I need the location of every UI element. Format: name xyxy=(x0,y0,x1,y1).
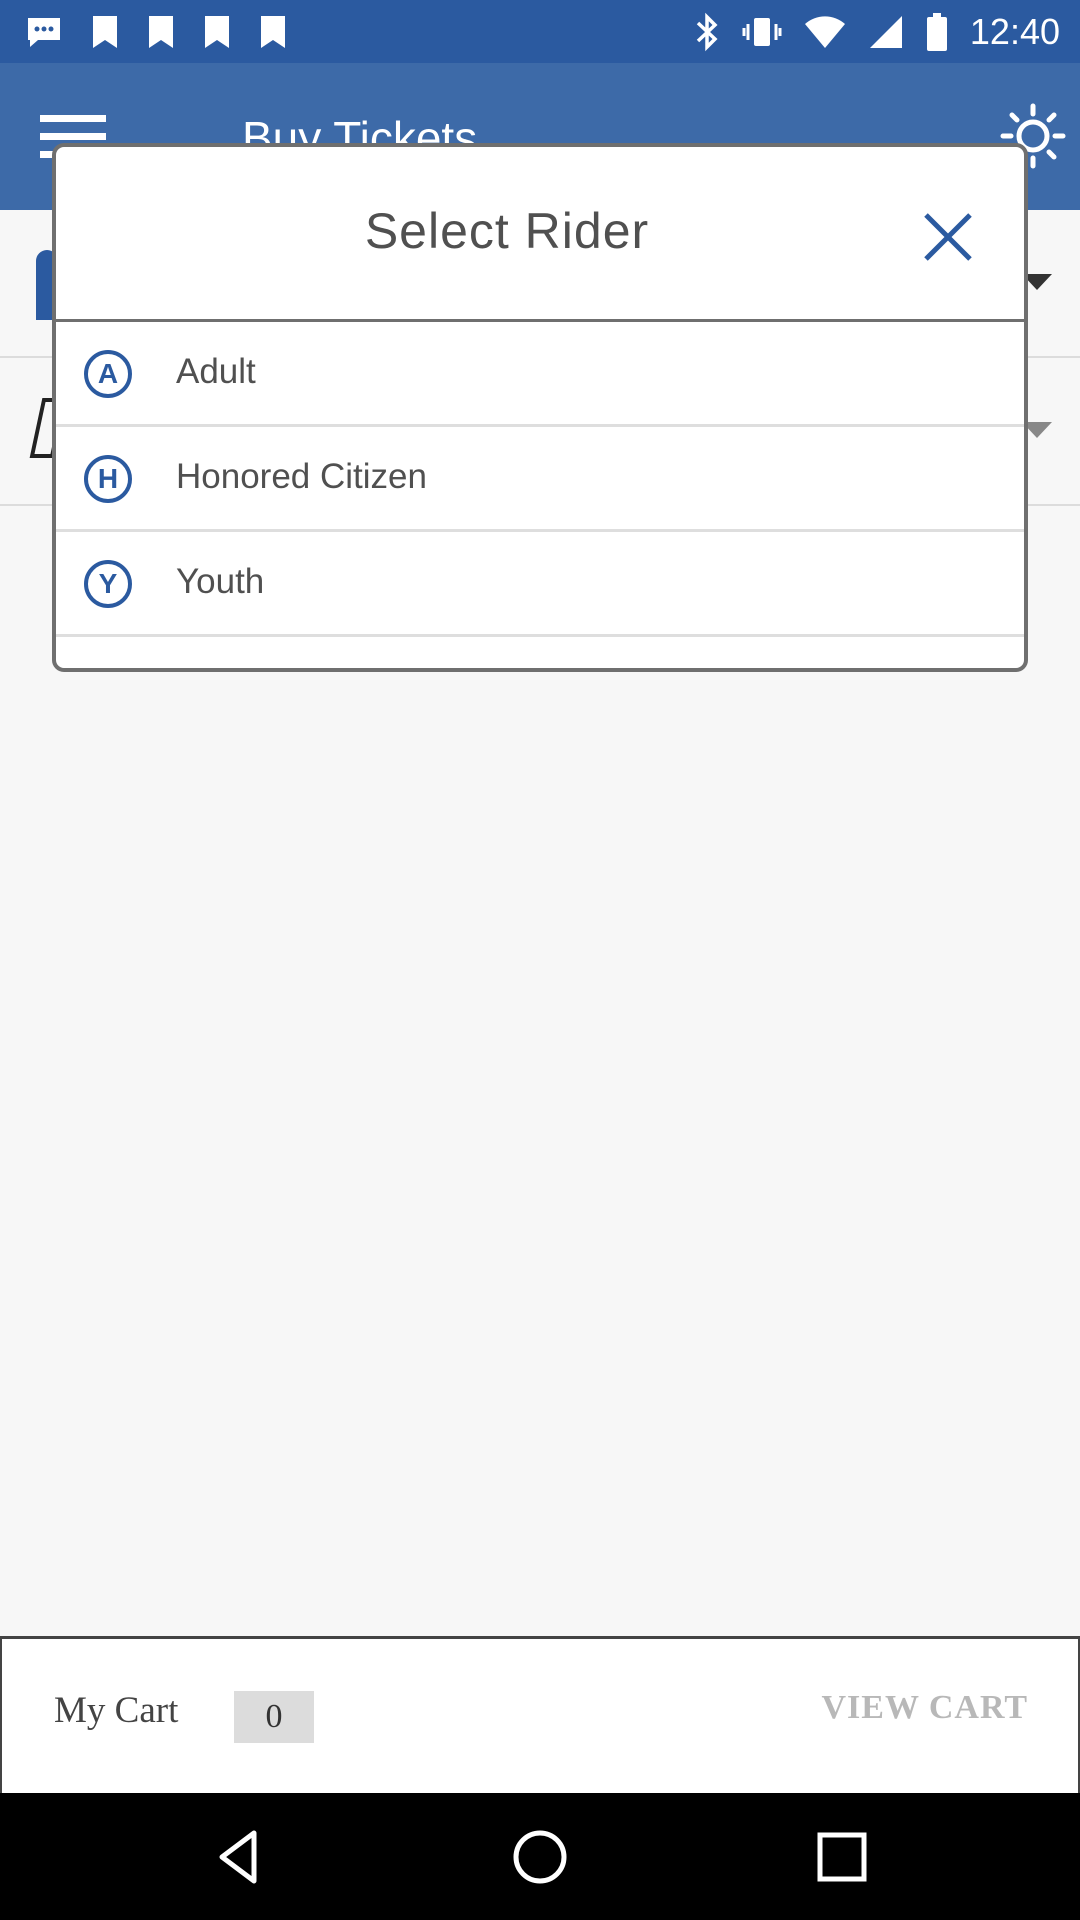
rider-option-youth[interactable]: Y Youth xyxy=(56,532,1024,637)
notification-icon xyxy=(205,16,229,48)
home-icon[interactable] xyxy=(508,1825,572,1889)
battery-icon xyxy=(926,13,947,51)
rider-option-adult[interactable]: A Adult xyxy=(56,322,1024,427)
notification-icon xyxy=(149,16,173,48)
cart-count-badge: 0 xyxy=(234,1691,314,1743)
youth-badge-icon: Y xyxy=(84,560,132,608)
status-bar: 12:40 xyxy=(0,0,1080,63)
wifi-icon xyxy=(804,16,845,48)
vibrate-icon xyxy=(742,18,782,46)
rider-option-label: Adult xyxy=(176,352,256,391)
cart-label: My Cart xyxy=(54,1690,179,1731)
status-bar-right: 12:40 xyxy=(694,8,1060,56)
cart-bar: My Cart 0 VIEW CART xyxy=(0,1636,1080,1793)
dialog-header: Select Rider xyxy=(56,147,1024,322)
select-rider-dialog: Select Rider A Adult H Honored Citizen Y… xyxy=(52,143,1028,672)
view-cart-button[interactable]: VIEW CART xyxy=(822,1689,1029,1727)
signal-icon xyxy=(869,16,902,48)
rider-list: A Adult H Honored Citizen Y Youth xyxy=(56,322,1024,637)
notification-icon xyxy=(261,16,285,48)
bluetooth-icon xyxy=(696,12,718,52)
rider-option-label: Honored Citizen xyxy=(176,457,427,496)
adult-badge-icon: A xyxy=(84,350,132,398)
dialog-title: Select Rider xyxy=(364,203,650,259)
messages-icon xyxy=(28,18,60,47)
recents-icon[interactable] xyxy=(810,1825,874,1889)
system-nav-bar xyxy=(0,1793,1080,1920)
notification-icon xyxy=(93,16,117,48)
close-icon[interactable] xyxy=(916,205,980,269)
back-icon[interactable] xyxy=(208,1825,272,1889)
rider-option-honored-citizen[interactable]: H Honored Citizen xyxy=(56,427,1024,532)
status-bar-left xyxy=(24,12,288,52)
honored-citizen-badge-icon: H xyxy=(84,455,132,503)
rider-option-label: Youth xyxy=(176,562,265,601)
status-time: 12:40 xyxy=(969,11,1060,52)
